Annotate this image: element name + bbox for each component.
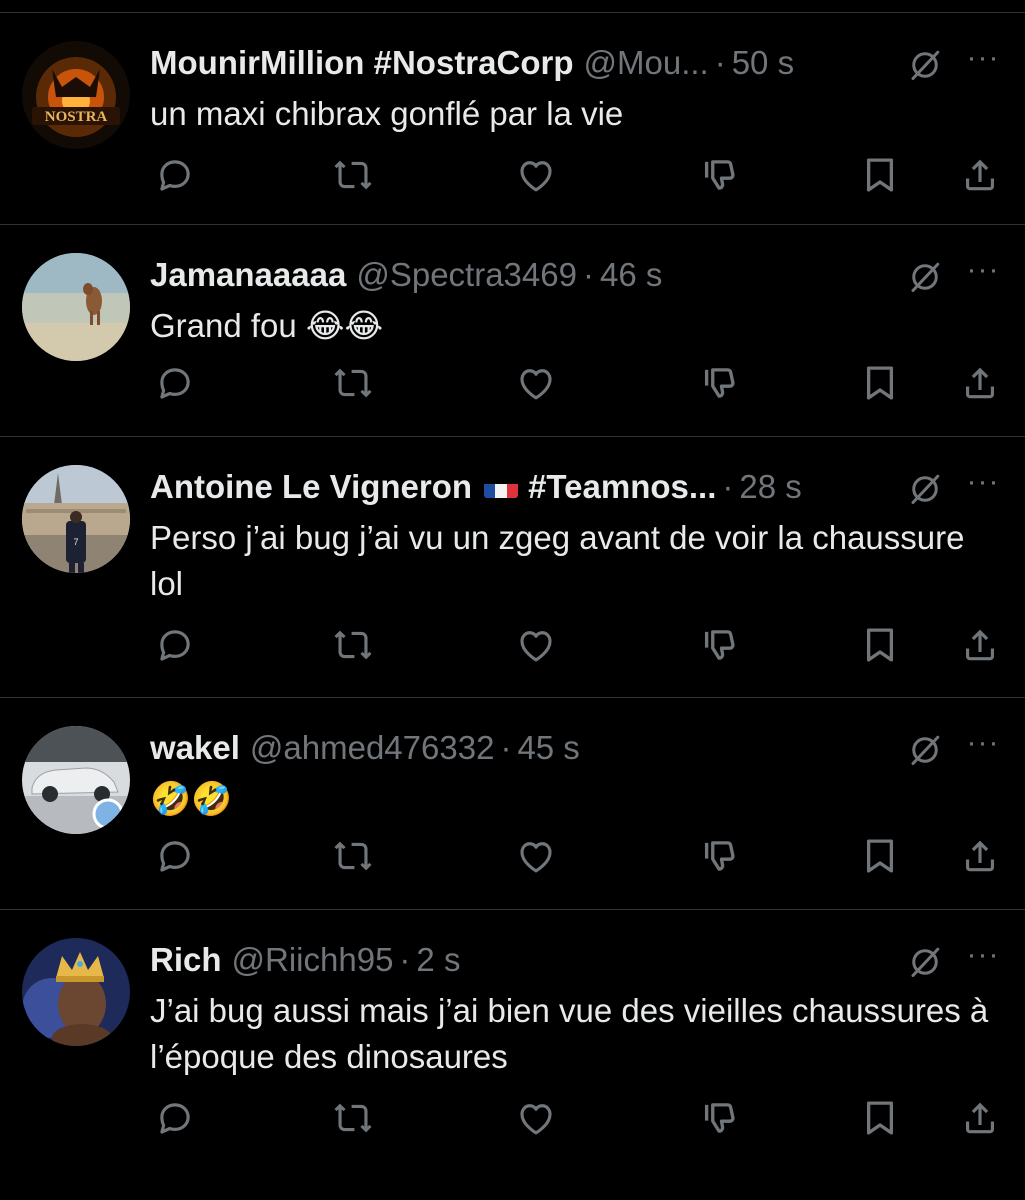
- dislike-icon[interactable]: [693, 620, 743, 670]
- tweet-text: Perso j’ai bug j’ai vu un zgeg avant de …: [150, 519, 965, 602]
- dislike-icon[interactable]: [693, 1093, 743, 1143]
- bookmark-icon[interactable]: [855, 620, 905, 670]
- action-bar: [150, 150, 1010, 200]
- timestamp[interactable]: 46 s: [600, 256, 662, 294]
- tweet-item[interactable]: wakel @ahmed476332 · 45 s ··· 🤣🤣: [0, 698, 1025, 910]
- tweet-header: MounirMillion #NostraCorp @Mou... · 50 s: [150, 41, 865, 85]
- bookmark-icon[interactable]: [855, 358, 905, 408]
- timestamp[interactable]: 28 s: [739, 468, 801, 506]
- fr-flag-icon: [484, 476, 519, 498]
- timestamp[interactable]: 2 s: [416, 941, 460, 979]
- avatar[interactable]: 7: [22, 465, 130, 573]
- more-options-icon[interactable]: ···: [965, 467, 1001, 503]
- like-icon[interactable]: [511, 620, 561, 670]
- reply-icon[interactable]: [150, 831, 200, 881]
- timestamp[interactable]: 50 s: [732, 44, 794, 82]
- dislike-icon[interactable]: [693, 358, 743, 408]
- display-name[interactable]: wakel: [150, 729, 240, 767]
- like-icon[interactable]: [511, 831, 561, 881]
- bookmark-icon[interactable]: [855, 150, 905, 200]
- hashtag[interactable]: #Teamnos...: [528, 468, 716, 506]
- tweet-header: wakel @ahmed476332 · 45 s: [150, 726, 865, 770]
- display-name[interactable]: MounirMillion #NostraCorp: [150, 44, 574, 82]
- like-icon[interactable]: [511, 1093, 561, 1143]
- tweet-item[interactable]: Rich @Riichh95 · 2 s ··· J’ai bug aussi …: [0, 910, 1025, 1200]
- more-options-icon[interactable]: ···: [965, 728, 1001, 764]
- handle[interactable]: @ahmed476332: [250, 729, 495, 767]
- tweet-text: J’ai bug aussi mais j’ai bien vue des vi…: [150, 992, 989, 1075]
- avatar[interactable]: [22, 726, 130, 834]
- retweet-icon[interactable]: [328, 1093, 378, 1143]
- action-bar: [150, 831, 1010, 881]
- handle[interactable]: @Spectra3469: [356, 256, 577, 294]
- more-options-icon[interactable]: ···: [965, 255, 1001, 291]
- share-icon[interactable]: [955, 150, 1005, 200]
- reply-icon[interactable]: [150, 358, 200, 408]
- reply-icon[interactable]: [150, 620, 200, 670]
- retweet-icon[interactable]: [328, 358, 378, 408]
- car-photo-icon: [22, 726, 130, 834]
- grok-icon[interactable]: [907, 47, 943, 83]
- action-bar: [150, 1093, 1010, 1143]
- tweet-header: Rich @Riichh95 · 2 s: [150, 938, 865, 982]
- tweet-text: Grand fou 😂😂: [150, 307, 384, 344]
- share-icon[interactable]: [955, 831, 1005, 881]
- paris-photo-icon: 7: [22, 465, 130, 573]
- share-icon[interactable]: [955, 358, 1005, 408]
- display-name[interactable]: Rich: [150, 941, 222, 979]
- separator-dot: ·: [399, 941, 411, 978]
- avatar[interactable]: NOSTRA: [22, 41, 130, 149]
- separator-dot: ·: [722, 468, 734, 505]
- nostra-logo-icon: NOSTRA: [22, 41, 130, 149]
- tweet-text: 🤣🤣: [150, 780, 233, 817]
- tweet-item[interactable]: 7 Antoine Le Vigneron #Teamnos... · 28 s…: [0, 437, 1025, 698]
- like-icon[interactable]: [511, 150, 561, 200]
- separator-dot: ·: [582, 256, 594, 293]
- handle[interactable]: @Riichh95: [232, 941, 394, 979]
- beach-dog-photo-icon: [22, 253, 130, 361]
- display-name[interactable]: Jamanaaaaa: [150, 256, 346, 294]
- avatar[interactable]: [22, 938, 130, 1046]
- share-icon[interactable]: [955, 1093, 1005, 1143]
- more-options-icon[interactable]: ···: [965, 940, 1001, 976]
- tweet-item[interactable]: Jamanaaaaa @Spectra3469 · 46 s ··· Grand…: [0, 225, 1025, 437]
- crowned-king-art-icon: [22, 938, 130, 1046]
- tweet-header: Antoine Le Vigneron #Teamnos... · 28 s: [150, 465, 865, 509]
- retweet-icon[interactable]: [328, 831, 378, 881]
- retweet-icon[interactable]: [328, 620, 378, 670]
- tweet-item[interactable]: NOSTRA MounirMillion #NostraCorp @Mou...…: [0, 13, 1025, 225]
- separator-dot: ·: [500, 729, 512, 766]
- svg-text:7: 7: [73, 537, 78, 547]
- retweet-icon[interactable]: [328, 150, 378, 200]
- grok-icon[interactable]: [907, 732, 943, 768]
- timestamp[interactable]: 45 s: [517, 729, 579, 767]
- action-bar: [150, 358, 1010, 408]
- grok-icon[interactable]: [907, 471, 943, 507]
- bookmark-icon[interactable]: [855, 831, 905, 881]
- dislike-icon[interactable]: [693, 831, 743, 881]
- tweet-text: un maxi chibrax gonflé par la vie: [150, 95, 624, 132]
- share-icon[interactable]: [955, 620, 1005, 670]
- dislike-icon[interactable]: [693, 150, 743, 200]
- handle[interactable]: @Mou...: [584, 44, 709, 82]
- bookmark-icon[interactable]: [855, 1093, 905, 1143]
- separator-dot: ·: [714, 44, 726, 81]
- grok-icon[interactable]: [907, 259, 943, 295]
- reply-icon[interactable]: [150, 150, 200, 200]
- avatar[interactable]: [22, 253, 130, 361]
- like-icon[interactable]: [511, 358, 561, 408]
- tweet-header: Jamanaaaaa @Spectra3469 · 46 s: [150, 253, 865, 297]
- reply-icon[interactable]: [150, 1093, 200, 1143]
- svg-text:NOSTRA: NOSTRA: [45, 109, 108, 125]
- action-bar: [150, 620, 1010, 670]
- more-options-icon[interactable]: ···: [965, 43, 1001, 79]
- grok-icon[interactable]: [907, 944, 943, 980]
- display-name[interactable]: Antoine Le Vigneron: [150, 468, 472, 506]
